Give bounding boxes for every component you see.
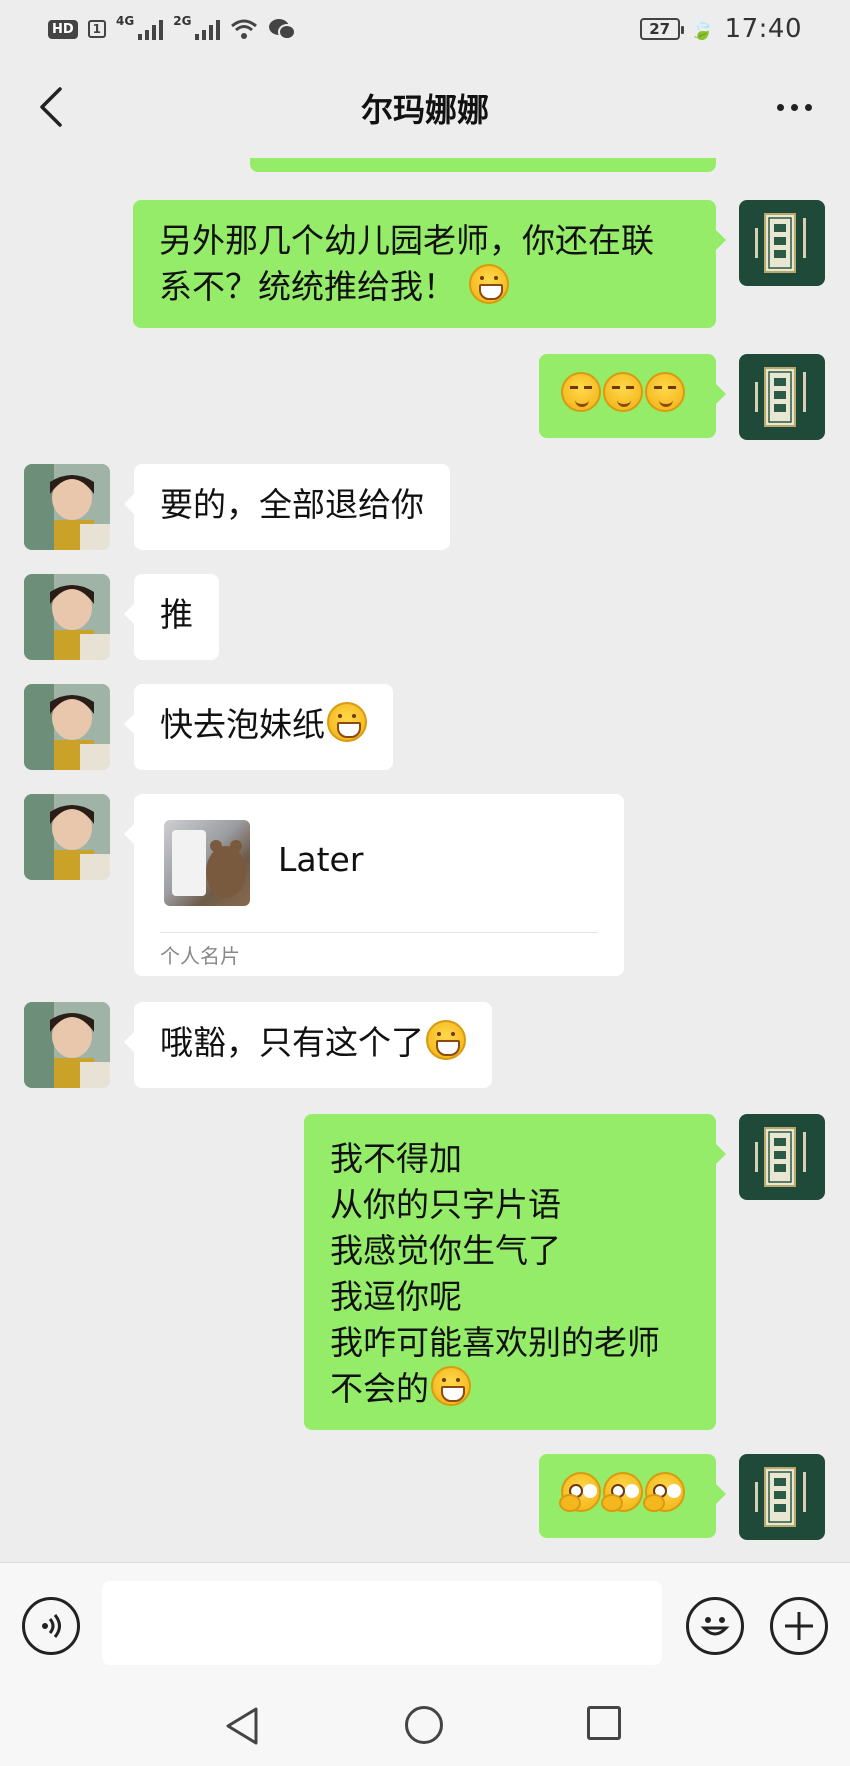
outgoing-bubble[interactable] [539,354,726,438]
smirk-emoji-icon [559,1472,601,1512]
contact-avatar-icon [24,574,110,660]
self-avatar[interactable] [739,200,825,286]
contact-avatar[interactable] [24,794,110,880]
grin-emoji-icon [426,1020,466,1060]
hd-badge: HD [48,19,78,39]
message-input[interactable] [102,1581,662,1665]
sly-emoji-icon [603,372,643,412]
incoming-bubble[interactable]: 快去泡妹纸 [124,684,393,770]
emoji-button[interactable] [686,1597,744,1655]
smirk-emoji-icon [643,1472,685,1512]
message-text: 系不？统统推给我！ [159,267,456,306]
incoming-bubble[interactable]: 要的，全部退给你 [124,464,450,550]
message-text: 推 [160,595,193,634]
chat-title: 尔玛娜娜 [360,91,489,129]
message-text: 哦豁，只有这个了 [160,1023,424,1062]
message-text-line: 我咋可能喜欢别的老师 [330,1323,660,1362]
message-text: 要的，全部退给你 [160,485,424,524]
chat-screen: HD 1 4G 2G 27 🍃 17:40 尔玛娜娜 另外那几个幼儿园老师，你还… [0,0,850,1766]
status-right: 27 🍃 17:40 [639,14,802,44]
signal-icon [138,18,164,40]
network-type-2: 2G [173,14,192,28]
message-text: 快去泡妹纸 [160,705,325,744]
sly-emoji-icon [645,372,685,412]
input-bar [0,1562,850,1686]
more-functions-button[interactable] [770,1597,828,1655]
incoming-bubble[interactable]: 哦豁，只有这个了 [124,1002,492,1088]
wechat-icon [269,19,297,40]
card-thumbnail [164,820,250,906]
voice-button[interactable] [22,1597,80,1655]
grin-emoji-icon [327,702,367,742]
contact-avatar-icon [24,1002,110,1088]
contact-avatar[interactable] [24,574,110,660]
chat-header: 尔玛娜娜 [0,58,850,158]
system-navigation-bar [0,1686,850,1766]
contact-avatar[interactable] [24,464,110,550]
message-text-line: 我逗你呢 [330,1277,462,1316]
contact-avatar-icon [24,794,110,880]
message-text-line: 我不得加 [330,1139,462,1178]
more-options-button[interactable] [764,82,824,132]
message-text-line: 不会的 [330,1366,690,1412]
self-avatar[interactable] [739,354,825,440]
wifi-icon [231,19,258,39]
message-list[interactable]: 另外那几个幼儿园老师，你还在联 系不？统统推给我！ 要的，全部退给你 推 快去泡… [0,158,850,1562]
status-bar: HD 1 4G 2G 27 🍃 17:40 [0,0,850,58]
more-dots-icon [776,103,784,111]
bear-photo-icon [172,830,246,898]
contact-card[interactable]: Later 个人名片 [124,794,624,976]
voice-icon [42,1614,61,1638]
self-avatar-icon [739,1114,825,1200]
more-dot [790,103,798,111]
message-text: 不会的 [330,1369,429,1408]
more-dot [804,103,812,111]
square-recent-icon[interactable] [587,1706,621,1740]
plus-icon [785,1612,813,1640]
grin-emoji-icon [431,1366,471,1406]
message-text-line: 从你的只字片语 [330,1185,561,1224]
status-left: HD 1 4G 2G [48,14,297,41]
message-text-line-2: 系不？统统推给我！ [159,264,690,310]
message-text-line: 另外那几个幼儿园老师，你还在联 [159,221,654,260]
self-avatar-icon [739,354,825,440]
battery-icon: 27 [639,18,684,40]
network-type-1: 4G [116,14,135,28]
sim-badge: 1 [87,20,107,38]
message-text-line: 哦豁，只有这个了 [160,1020,466,1066]
outgoing-bubble[interactable]: 我不得加 从你的只字片语 我感觉你生气了 我逗你呢 我咋可能喜欢别的老师 不会的 [304,1114,726,1430]
message-text-line: 快去泡妹纸 [160,702,367,748]
card-type-label: 个人名片 [160,944,240,968]
circle-home-icon[interactable] [405,1706,443,1744]
message-text-line: 我感觉你生气了 [330,1231,561,1270]
self-avatar-icon [739,1454,825,1540]
self-avatar-icon [739,200,825,286]
grin-emoji-icon [468,264,509,304]
signal-icon-2 [195,18,221,40]
status-time: 17:40 [724,14,802,44]
sly-emoji-icon [561,372,601,412]
chevron-left-icon [40,87,62,127]
self-avatar[interactable] [739,1114,825,1200]
smirk-emoji-icon [601,1472,643,1512]
leaf-icon: 🍃 [689,17,715,41]
triangle-back-icon[interactable] [224,1706,260,1746]
incoming-bubble[interactable]: 推 [124,574,219,660]
contact-avatar[interactable] [24,1002,110,1088]
back-button[interactable] [26,82,76,132]
contact-avatar-icon [24,684,110,770]
card-contact-name: Later [278,840,364,879]
card-divider [160,932,598,933]
emoji-icon [700,1617,730,1636]
self-avatar[interactable] [739,1454,825,1540]
clipped-outgoing-bubble[interactable] [250,158,716,172]
contact-avatar[interactable] [24,684,110,770]
contact-avatar-icon [24,464,110,550]
outgoing-bubble[interactable]: 另外那几个幼儿园老师，你还在联 系不？统统推给我！ [133,200,726,328]
outgoing-bubble[interactable] [539,1454,726,1538]
